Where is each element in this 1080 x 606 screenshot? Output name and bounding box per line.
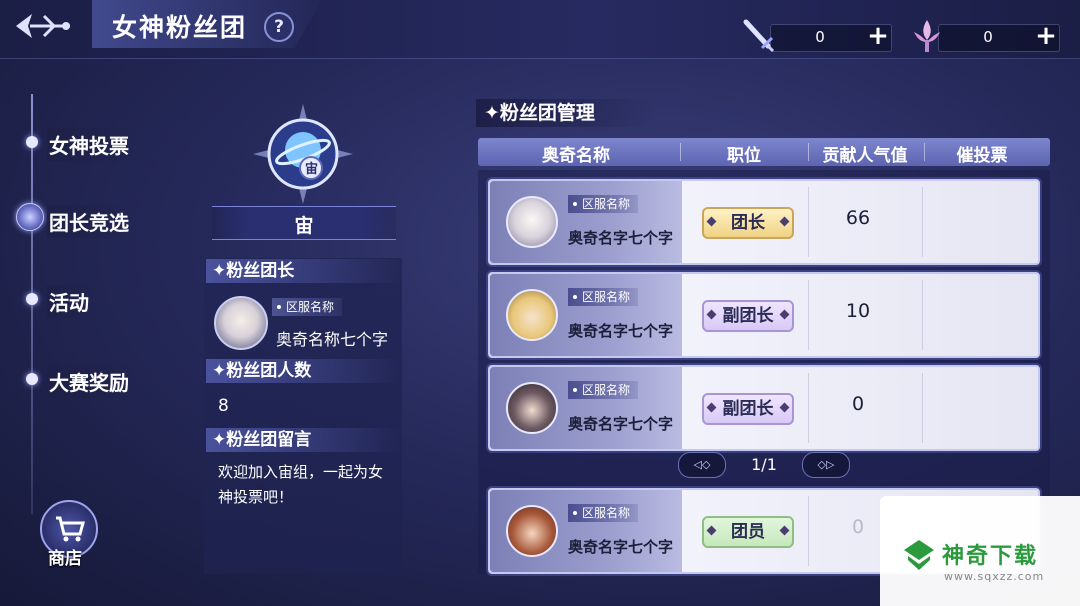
column-divider [922, 373, 923, 443]
prev-page-button[interactable]: ◁◇ [678, 452, 726, 478]
header-divider [680, 143, 681, 161]
server-tag: 区服名称 [568, 195, 639, 213]
nav-active-star-icon [16, 203, 44, 231]
server-tag: 区服名称 [568, 504, 639, 522]
member-avatar [506, 505, 558, 557]
resource-fleur: 0 + [910, 20, 1060, 52]
watermark: 神奇下载 www.sqxzz.com [880, 496, 1080, 606]
pagination: ◁◇ 1/1 ◇▷ [678, 452, 850, 478]
nav-item-leader-election[interactable]: 团长竞选 [16, 201, 182, 238]
header-divider [924, 143, 925, 161]
group-message: 欢迎加入宙组，一起为女神投票吧！ [218, 463, 384, 506]
member-row[interactable]: 区服名称 奥奇名字七个字 副团长 0 [488, 365, 1040, 451]
member-name: 奥奇名字七个字 [568, 229, 674, 247]
next-page-button[interactable]: ◇▷ [802, 452, 850, 478]
leader-name: 奥奇名称七个字 [276, 330, 389, 349]
watermark-text: 神奇下载 [942, 544, 1039, 569]
member-info: 区服名称 奥奇名字七个字 [490, 490, 682, 572]
column-divider [808, 280, 809, 350]
member-row[interactable]: 区服名称 奥奇名字七个字 副团长 10 [488, 272, 1040, 358]
member-avatar [506, 289, 558, 341]
member-info: 区服名称 奥奇名字七个字 [490, 274, 682, 356]
group-name-bar: 宙 [212, 206, 396, 240]
message-heading: ✦粉丝团留言 [206, 428, 402, 452]
add-resource-button[interactable]: + [1034, 23, 1058, 51]
member-info: 区服名称 奥奇名字七个字 [490, 181, 682, 263]
server-tag: 区服名称 [568, 288, 639, 306]
group-name: 宙 [294, 215, 314, 237]
column-divider [808, 496, 809, 566]
page-indicator: 1/1 [751, 455, 777, 474]
page-title: 女神粉丝团 [112, 13, 248, 42]
column-header: 职位 [727, 146, 761, 166]
role-badge: 副团长 [702, 393, 794, 425]
nav-item-rewards[interactable]: 大赛奖励 [22, 361, 182, 398]
column-divider [922, 187, 923, 257]
member-name: 奥奇名字七个字 [568, 538, 674, 556]
column-header: 催投票 [956, 146, 1008, 166]
nav-dot-icon [26, 373, 38, 385]
popularity-value: 66 [845, 207, 871, 229]
popularity-value: 0 [851, 393, 865, 415]
shop-button[interactable]: 商店 [38, 500, 98, 570]
management-title: ✦粉丝团管理 [476, 99, 654, 127]
column-divider [808, 373, 809, 443]
role-badge: 团长 [702, 207, 794, 239]
server-tag: 区服名称 [568, 381, 639, 399]
nav-dot-icon [26, 136, 38, 148]
resource-value: 0 [983, 28, 993, 46]
popularity-value: 10 [845, 300, 871, 322]
column-header: 贡献人气值 [822, 146, 908, 166]
member-name: 奥奇名字七个字 [568, 322, 674, 340]
member-name: 奥奇名字七个字 [568, 415, 674, 433]
table-header: 奥奇名称 职位 贡献人气值 催投票 [478, 138, 1050, 166]
watermark-logo-icon [904, 540, 934, 570]
nav-item-events[interactable]: 活动 [22, 281, 182, 318]
role-badge: 团员 [702, 516, 794, 548]
leader-server-tag: 区服名称 [272, 298, 343, 316]
nav-item-label: 团长竞选 [47, 205, 137, 238]
leader-heading: ✦粉丝团长 [206, 259, 402, 283]
member-avatar [506, 196, 558, 248]
emblem-char: 宙 [305, 162, 319, 177]
header-divider [808, 143, 809, 161]
nav-item-vote[interactable]: 女神投票 [22, 124, 182, 161]
column-divider [922, 280, 923, 350]
resource-sword: 0 + [742, 19, 892, 53]
member-count: 8 [218, 396, 229, 416]
member-avatar [506, 382, 558, 434]
group-emblem-icon: 宙 [253, 104, 353, 204]
member-row[interactable]: 区服名称 奥奇名字七个字 团长 66 [488, 179, 1040, 265]
leader-avatar [214, 296, 268, 350]
shop-label: 商店 [48, 549, 82, 569]
back-arrow-icon [16, 14, 70, 38]
column-divider [808, 187, 809, 257]
nav-item-label: 大赛奖励 [47, 365, 137, 398]
member-count-heading: ✦粉丝团人数 [206, 359, 402, 383]
column-header: 奥奇名称 [542, 146, 610, 166]
nav-item-label: 女神投票 [47, 128, 137, 161]
watermark-url: www.sqxzz.com [944, 570, 1045, 583]
top-bar: 女神粉丝团 ? 0 + 0 + [0, 0, 1080, 59]
nav-item-label: 活动 [47, 285, 97, 318]
role-badge: 副团长 [702, 300, 794, 332]
help-icon[interactable]: ? [264, 12, 294, 42]
resource-value: 0 [815, 28, 825, 46]
nav-dot-icon [26, 293, 38, 305]
add-resource-button[interactable]: + [866, 23, 890, 51]
back-button[interactable] [10, 6, 78, 46]
member-info: 区服名称 奥奇名字七个字 [490, 367, 682, 449]
